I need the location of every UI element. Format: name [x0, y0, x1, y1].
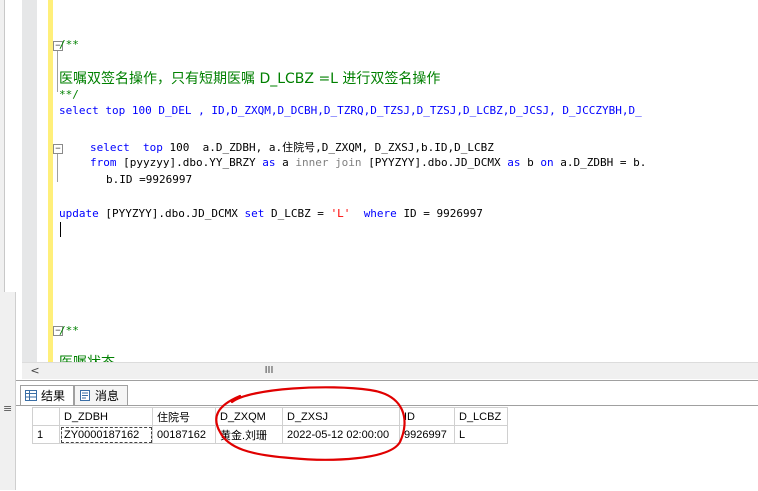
sql-text: [pyyzyy].dbo.YY_BRZY — [123, 156, 256, 169]
grid-icon — [25, 390, 37, 401]
comment-open: /** — [59, 38, 79, 51]
grid-header-row: D_ZDBH 住院号 D_ZXQM D_ZXSJ ID D_LCBZ — [32, 407, 508, 426]
cell-d-zxqm[interactable]: 黄金.刘珊 — [215, 425, 283, 444]
scrollbar-grip-icon[interactable]: III — [262, 364, 276, 378]
sql-string: 'L' — [330, 207, 351, 220]
change-tracking-bar — [48, 0, 53, 362]
results-pane: 结果 消息 D_ZDBH 住院号 D_ZXQM D_ZXSJ ID D_LCBZ… — [16, 380, 758, 491]
sql-keyword: inner join — [295, 156, 362, 169]
sql-text: a.D_ZDBH = b. — [560, 156, 647, 169]
sql-keyword: from — [90, 156, 117, 169]
sql-select-line-2: select top 100 a.D_ZDBH, a.住院号,D_ZXQM, D… — [90, 139, 494, 155]
comment-text-partial: 医嘱状态 — [59, 352, 115, 362]
results-grid[interactable]: D_ZDBH 住院号 D_ZXQM D_ZXSJ ID D_LCBZ 1 ZY0… — [32, 407, 508, 444]
row-number[interactable]: 1 — [32, 425, 60, 444]
sql-text: ID = 9926997 — [403, 207, 483, 220]
message-icon — [80, 390, 90, 401]
column-header[interactable]: 住院号 — [152, 407, 216, 426]
sql-keyword: update — [59, 207, 99, 220]
cell-zyh[interactable]: 00187162 — [152, 425, 216, 444]
sql-select-line: select top 100 D_DEL , ID,D_ZXQM,D_DCBH,… — [59, 104, 642, 117]
sql-keyword: as — [262, 156, 276, 169]
sql-text: b.ID =9926997 — [106, 173, 193, 186]
sql-text: b — [527, 156, 534, 169]
scroll-left-arrow-icon[interactable]: < — [28, 364, 42, 378]
column-header[interactable]: D_LCBZ — [454, 407, 508, 426]
cell-d-zdbh[interactable]: ZY0000187162 — [59, 425, 153, 444]
sql-text: a — [282, 156, 289, 169]
comment-open-2: /** — [59, 324, 79, 337]
column-header[interactable]: D_ZDBH — [59, 407, 153, 426]
table-row[interactable]: 1 ZY0000187162 00187162 黄金.刘珊 2022-05-12… — [32, 425, 508, 444]
sql-where-line: b.ID =9926997 — [106, 173, 192, 186]
tab-messages[interactable]: 消息 — [74, 385, 128, 406]
horizontal-scrollbar[interactable]: < III — [22, 362, 758, 379]
sql-keyword: select — [90, 141, 130, 154]
text-caret — [60, 222, 61, 237]
tab-results-label: 结果 — [41, 389, 66, 403]
collapse-icon[interactable]: − — [53, 144, 63, 154]
sql-keyword: set — [244, 207, 265, 220]
cell-id[interactable]: 9926997 — [399, 425, 455, 444]
sql-from-line: from [pyyzyy].dbo.YY_BRZY as a inner joi… — [90, 156, 646, 169]
sql-text: select top 100 D_DEL , ID,D_ZXQM,D_DCBH,… — [59, 104, 642, 117]
column-header[interactable]: D_ZXSJ — [282, 407, 400, 426]
grid-corner[interactable] — [32, 407, 60, 426]
fold-guide — [57, 48, 58, 92]
comment-close: **/ — [59, 88, 79, 101]
splitter-grip-icon[interactable]: ≡ — [3, 403, 12, 414]
tab-results[interactable]: 结果 — [20, 385, 74, 406]
query-editor[interactable]: − − − /** 医嘱双签名操作，只有短期医嘱 D_LCBZ =L 进行双签名… — [22, 0, 758, 362]
sql-text: 100 a.D_ZDBH, a.住院号,D_ZXQM, D_ZXSJ,b.ID,… — [162, 141, 494, 154]
sql-keyword: where — [363, 207, 397, 220]
cell-d-lcbz[interactable]: L — [454, 425, 508, 444]
column-header[interactable]: ID — [399, 407, 455, 426]
sql-keyword: top — [143, 141, 163, 154]
tab-divider — [16, 405, 758, 406]
sql-update-line: update [PYYZYY].dbo.JD_DCMX set D_LCBZ =… — [59, 207, 483, 220]
sql-text: D_LCBZ = — [270, 207, 331, 220]
comment-text: 医嘱双签名操作，只有短期医嘱 D_LCBZ =L 进行双签名操作 — [59, 71, 441, 87]
sql-text: [PYYZYY].dbo.JD_DCMX — [105, 207, 238, 220]
sql-keyword: on — [540, 156, 554, 169]
tab-messages-label: 消息 — [95, 389, 120, 403]
sql-keyword: as — [507, 156, 521, 169]
editor-gutter — [22, 0, 37, 362]
cell-d-zxsj[interactable]: 2022-05-12 02:00:00 — [282, 425, 400, 444]
sql-text: [PYYZYY].dbo.JD_DCMX — [368, 156, 501, 169]
column-header[interactable]: D_ZXQM — [215, 407, 283, 426]
splitter-panel — [0, 292, 16, 490]
fold-guide — [57, 150, 58, 182]
